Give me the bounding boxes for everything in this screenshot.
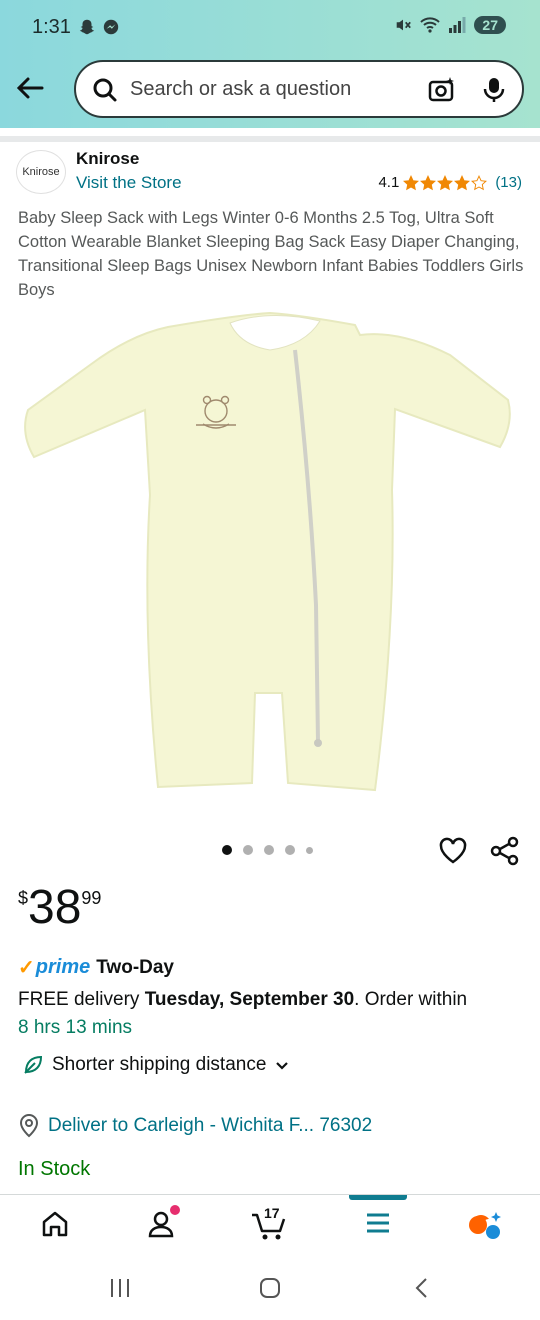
header-divider (0, 136, 540, 142)
nav-active-indicator (349, 1195, 407, 1200)
rating-score: 4.1 (378, 174, 400, 191)
carousel-dot[interactable] (264, 845, 274, 855)
messenger-icon (103, 19, 119, 35)
prime-badge: ✓ prime Two-Day (18, 955, 174, 980)
delivery-countdown: 8 hrs 13 mins (18, 1017, 133, 1038)
star-icon (403, 174, 420, 190)
star-icon (471, 174, 488, 190)
notification-dot (170, 1205, 180, 1215)
heart-icon[interactable] (438, 836, 468, 866)
location-pin-icon (19, 1114, 39, 1138)
prime-logo: prime (35, 956, 91, 978)
star-icon (454, 174, 471, 190)
price: $ 38 99 (18, 880, 101, 936)
wifi-icon (420, 17, 441, 33)
product-title: Baby Sleep Sack with Legs Winter 0-6 Mon… (18, 209, 524, 299)
cart-count: 17 (264, 1205, 280, 1221)
search-input[interactable]: Search or ask a question (130, 78, 351, 101)
carousel-dot[interactable] (306, 846, 313, 854)
prime-check-icon: ✓ (18, 957, 35, 979)
android-navigation-bar (0, 1258, 540, 1320)
leaf-icon (24, 1055, 43, 1074)
mute-icon (397, 19, 412, 31)
bottom-navigation: 17 (0, 1194, 540, 1258)
image-carousel-dots[interactable] (222, 845, 313, 855)
recent-apps-icon[interactable] (108, 1276, 132, 1300)
microphone-icon[interactable] (482, 76, 506, 104)
status-icons: 27 (394, 16, 506, 34)
price-fraction: 99 (81, 888, 102, 908)
chevron-down-icon (276, 1062, 289, 1070)
stock-status: In Stock (18, 1158, 91, 1180)
shorter-shipping-label: Shorter shipping distance (52, 1054, 267, 1075)
prime-speed: Two-Day (96, 956, 174, 978)
brand-name: Knirose (76, 149, 140, 168)
delivery-info: FREE delivery Tuesday, September 30. Ord… (18, 986, 528, 1042)
camera-search-icon[interactable] (428, 76, 456, 104)
top-header: 1:31 27 Search or ask a question (0, 0, 540, 128)
status-time: 1:31 (32, 16, 71, 38)
deliver-to-link[interactable]: Deliver to Carleigh - Wichita F... 76302 (18, 1114, 372, 1138)
delivery-suffix: . Order within (354, 989, 468, 1010)
rating-summary[interactable]: 4.1 (13) (378, 174, 522, 191)
star-rating (403, 174, 488, 191)
status-bar: 1:31 27 (0, 0, 540, 58)
share-icon[interactable] (490, 836, 520, 866)
rating-count[interactable]: (13) (495, 174, 522, 191)
cart-button[interactable]: 17 (250, 1205, 290, 1240)
price-whole: 38 (28, 881, 82, 934)
back-arrow-icon[interactable] (14, 72, 46, 104)
shorter-shipping-toggle[interactable]: Shorter shipping distance (22, 1054, 290, 1076)
menu-icon[interactable] (364, 1209, 392, 1237)
snapchat-icon (79, 19, 95, 35)
price-symbol: $ (18, 888, 29, 908)
deliver-to-label: Deliver to Carleigh - Wichita F... 76302 (48, 1115, 373, 1136)
delivery-prefix: FREE delivery (18, 989, 145, 1010)
back-button-icon[interactable] (410, 1276, 434, 1300)
carousel-dot[interactable] (222, 845, 232, 855)
signal-icon (449, 17, 466, 33)
product-image[interactable] (20, 305, 520, 805)
brand-logo[interactable]: Knirose (16, 150, 66, 194)
delivery-date: Tuesday, September 30 (144, 989, 355, 1010)
carousel-dot[interactable] (285, 845, 295, 855)
battery-indicator: 27 (474, 16, 506, 34)
star-icon (437, 174, 454, 190)
home-icon[interactable] (40, 1209, 70, 1239)
visit-store-link[interactable]: Visit the Store (76, 173, 182, 193)
star-icon (420, 174, 437, 190)
search-icon[interactable] (92, 77, 118, 103)
home-button-icon[interactable] (258, 1276, 282, 1300)
search-bar[interactable]: Search or ask a question (74, 60, 524, 118)
carousel-dot[interactable] (243, 845, 253, 855)
rufus-assistant-icon[interactable] (466, 1209, 504, 1241)
